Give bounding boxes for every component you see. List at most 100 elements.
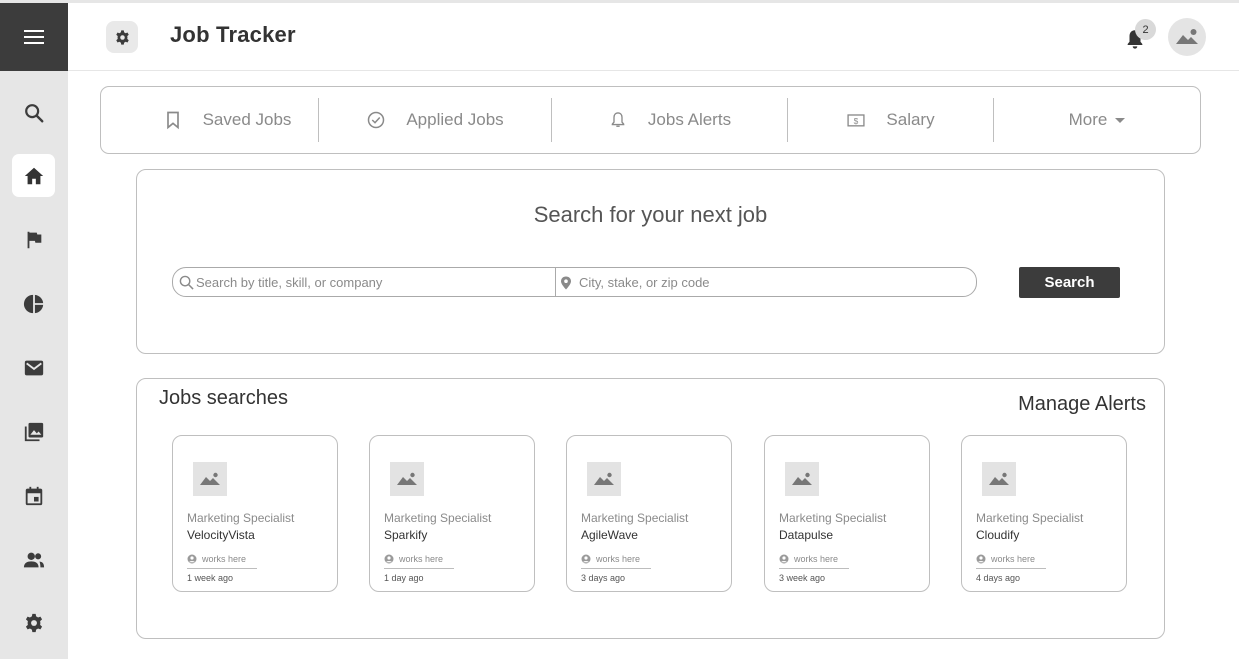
works-here-info: works here xyxy=(581,554,640,564)
sidebar-item-mail[interactable] xyxy=(12,346,55,389)
user-avatar[interactable] xyxy=(1168,18,1206,56)
bookmark-icon xyxy=(166,111,179,130)
company-logo-placeholder xyxy=(193,462,227,496)
works-here-label: works here xyxy=(991,554,1036,564)
works-here-label: works here xyxy=(399,554,444,564)
job-role: Marketing Specialist xyxy=(976,511,1084,525)
posted-time: 1 week ago xyxy=(187,573,234,583)
top-header: Job Tracker 2 xyxy=(68,3,1239,71)
job-company: Sparkify xyxy=(384,528,428,542)
user-circle-icon xyxy=(384,554,394,564)
divider xyxy=(384,568,454,569)
gallery-icon xyxy=(24,422,43,441)
mail-icon xyxy=(24,360,43,375)
image-placeholder-icon xyxy=(792,472,812,485)
image-placeholder-icon xyxy=(200,472,220,485)
job-tabs: Saved Jobs Applied Jobs Jobs Alerts $ Sa… xyxy=(100,86,1201,154)
user-circle-icon xyxy=(779,554,789,564)
divider xyxy=(581,568,651,569)
posted-time: 3 days ago xyxy=(581,573,626,583)
search-bar xyxy=(172,267,977,297)
image-placeholder-icon xyxy=(1176,29,1198,44)
works-here-info: works here xyxy=(976,554,1035,564)
tab-saved-jobs[interactable]: Saved Jobs xyxy=(136,87,318,153)
tab-label: Saved Jobs xyxy=(202,110,292,129)
job-role: Marketing Specialist xyxy=(384,511,492,525)
tab-label: Applied Jobs xyxy=(406,110,504,129)
notification-badge: 2 xyxy=(1135,19,1156,40)
image-placeholder-icon xyxy=(989,472,1009,485)
sidebar xyxy=(0,3,68,659)
tab-salary[interactable]: $ Salary xyxy=(788,87,993,153)
job-card[interactable]: Marketing Specialist Datapulse works her… xyxy=(764,435,930,592)
header-settings-button[interactable] xyxy=(106,21,138,53)
job-company: AgileWave xyxy=(581,528,638,542)
user-circle-icon xyxy=(976,554,986,564)
job-role: Marketing Specialist xyxy=(581,511,689,525)
sidebar-item-gallery[interactable] xyxy=(12,410,55,453)
location-pin-icon xyxy=(561,276,571,290)
location-search-input[interactable] xyxy=(579,271,969,293)
sidebar-item-settings[interactable] xyxy=(12,601,55,644)
people-icon xyxy=(23,552,44,567)
company-logo-placeholder xyxy=(587,462,621,496)
tab-more[interactable]: More xyxy=(994,87,1200,153)
pie-chart-icon xyxy=(23,294,43,313)
manage-alerts-link[interactable]: Manage Alerts xyxy=(1018,393,1146,416)
job-card[interactable]: Marketing Specialist AgileWave works her… xyxy=(566,435,732,592)
keyword-search-input[interactable] xyxy=(196,271,551,293)
tab-label: Salary xyxy=(886,110,935,129)
sidebar-item-search[interactable] xyxy=(12,91,55,134)
sidebar-item-people[interactable] xyxy=(12,538,55,581)
sidebar-item-flag[interactable] xyxy=(12,218,55,261)
job-role: Marketing Specialist xyxy=(187,511,295,525)
settings-icon xyxy=(25,613,42,632)
works-here-label: works here xyxy=(596,554,641,564)
works-here-label: works here xyxy=(202,554,247,564)
works-here-info: works here xyxy=(779,554,838,564)
tab-jobs-alerts[interactable]: Jobs Alerts xyxy=(552,87,787,153)
job-company: Datapulse xyxy=(779,528,834,542)
tab-label: More xyxy=(1068,110,1108,129)
search-button[interactable]: Search xyxy=(1019,267,1120,298)
works-here-label: works here xyxy=(794,554,839,564)
job-card[interactable]: Marketing Specialist VelocityVista works… xyxy=(172,435,338,592)
section-title: Jobs searches xyxy=(159,387,288,409)
user-circle-icon xyxy=(187,554,197,564)
tab-applied-jobs[interactable]: Applied Jobs xyxy=(319,87,551,153)
user-circle-icon xyxy=(581,554,591,564)
posted-time: 3 week ago xyxy=(779,573,826,583)
search-icon xyxy=(179,275,194,290)
search-icon xyxy=(24,103,43,122)
page-title: Job Tracker xyxy=(170,22,296,47)
check-circle-icon xyxy=(368,111,385,129)
sidebar-item-home[interactable] xyxy=(12,154,55,197)
job-card[interactable]: Marketing Specialist Cloudify works here… xyxy=(961,435,1127,592)
calendar-icon xyxy=(25,486,42,505)
tab-label: Jobs Alerts xyxy=(647,110,732,129)
job-card[interactable]: Marketing Specialist Sparkify works here… xyxy=(369,435,535,592)
divider xyxy=(779,568,849,569)
search-divider xyxy=(555,268,556,296)
caret-down-icon xyxy=(1115,118,1126,123)
money-icon: $ xyxy=(847,114,865,127)
job-company: Cloudify xyxy=(976,528,1020,542)
job-role: Marketing Specialist xyxy=(779,511,887,525)
company-logo-placeholder xyxy=(785,462,819,496)
company-logo-placeholder xyxy=(982,462,1016,496)
sidebar-item-calendar[interactable] xyxy=(12,474,55,517)
sidebar-item-reports[interactable] xyxy=(12,282,55,325)
works-here-info: works here xyxy=(384,554,443,564)
divider xyxy=(187,568,257,569)
job-company: VelocityVista xyxy=(187,528,255,542)
bell-icon xyxy=(611,112,625,127)
flag-icon xyxy=(27,231,41,248)
divider xyxy=(976,568,1046,569)
posted-time: 1 day ago xyxy=(384,573,424,583)
home-icon xyxy=(24,167,43,184)
svg-text:$: $ xyxy=(854,116,859,126)
gear-icon xyxy=(115,29,129,45)
image-placeholder-icon xyxy=(594,472,614,485)
works-here-info: works here xyxy=(187,554,246,564)
menu-button[interactable] xyxy=(0,3,68,71)
